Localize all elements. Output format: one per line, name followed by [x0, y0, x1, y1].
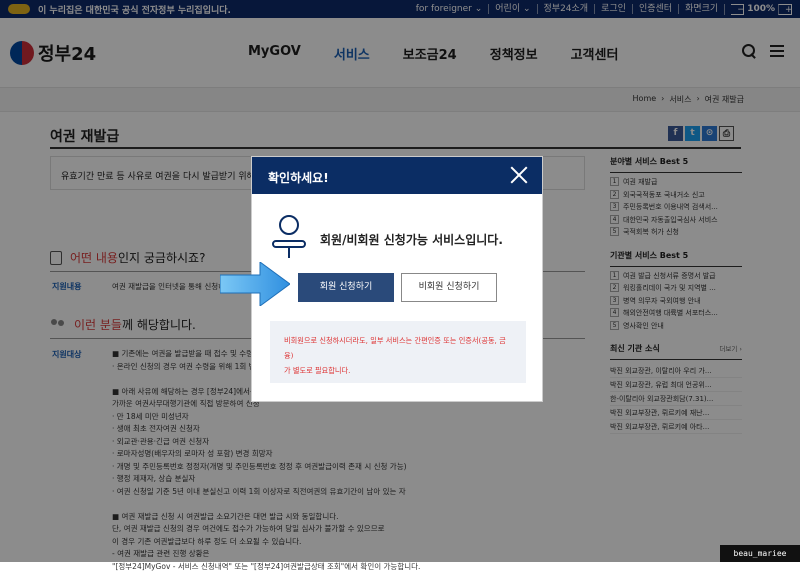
auth-notice-line: 비회원으로 신청하시더라도, 일부 서비스는 간편인증 또는 인증서(공동, 금…	[284, 333, 512, 363]
watermark: beau_mariee	[720, 545, 800, 562]
modal-message: 회원/비회원 신청가능 서비스입니다.	[320, 231, 503, 248]
modal-header: 확인하세요!	[252, 157, 542, 194]
auth-notice-line: 가 별도로 필요합니다.	[284, 363, 512, 378]
pointer-arrow-icon	[220, 262, 290, 306]
user-id-icon	[272, 215, 306, 259]
auth-notice: 비회원으로 신청하시더라도, 일부 서비스는 간편인증 또는 인증서(공동, 금…	[270, 321, 526, 383]
target-line: "[정부24]MyGov - 서비스 신청내역" 또는 "[정부24]여권발급상…	[112, 561, 582, 573]
guest-apply-button[interactable]: 비회원 신청하기	[401, 273, 497, 302]
member-apply-button[interactable]: 회원 신청하기	[298, 273, 394, 302]
confirm-modal: 확인하세요! 회원/비회원 신청가능 서비스입니다. 회원 신청하기 비회원 신…	[251, 156, 543, 402]
close-icon[interactable]	[510, 166, 528, 184]
modal-title: 확인하세요!	[268, 171, 329, 185]
